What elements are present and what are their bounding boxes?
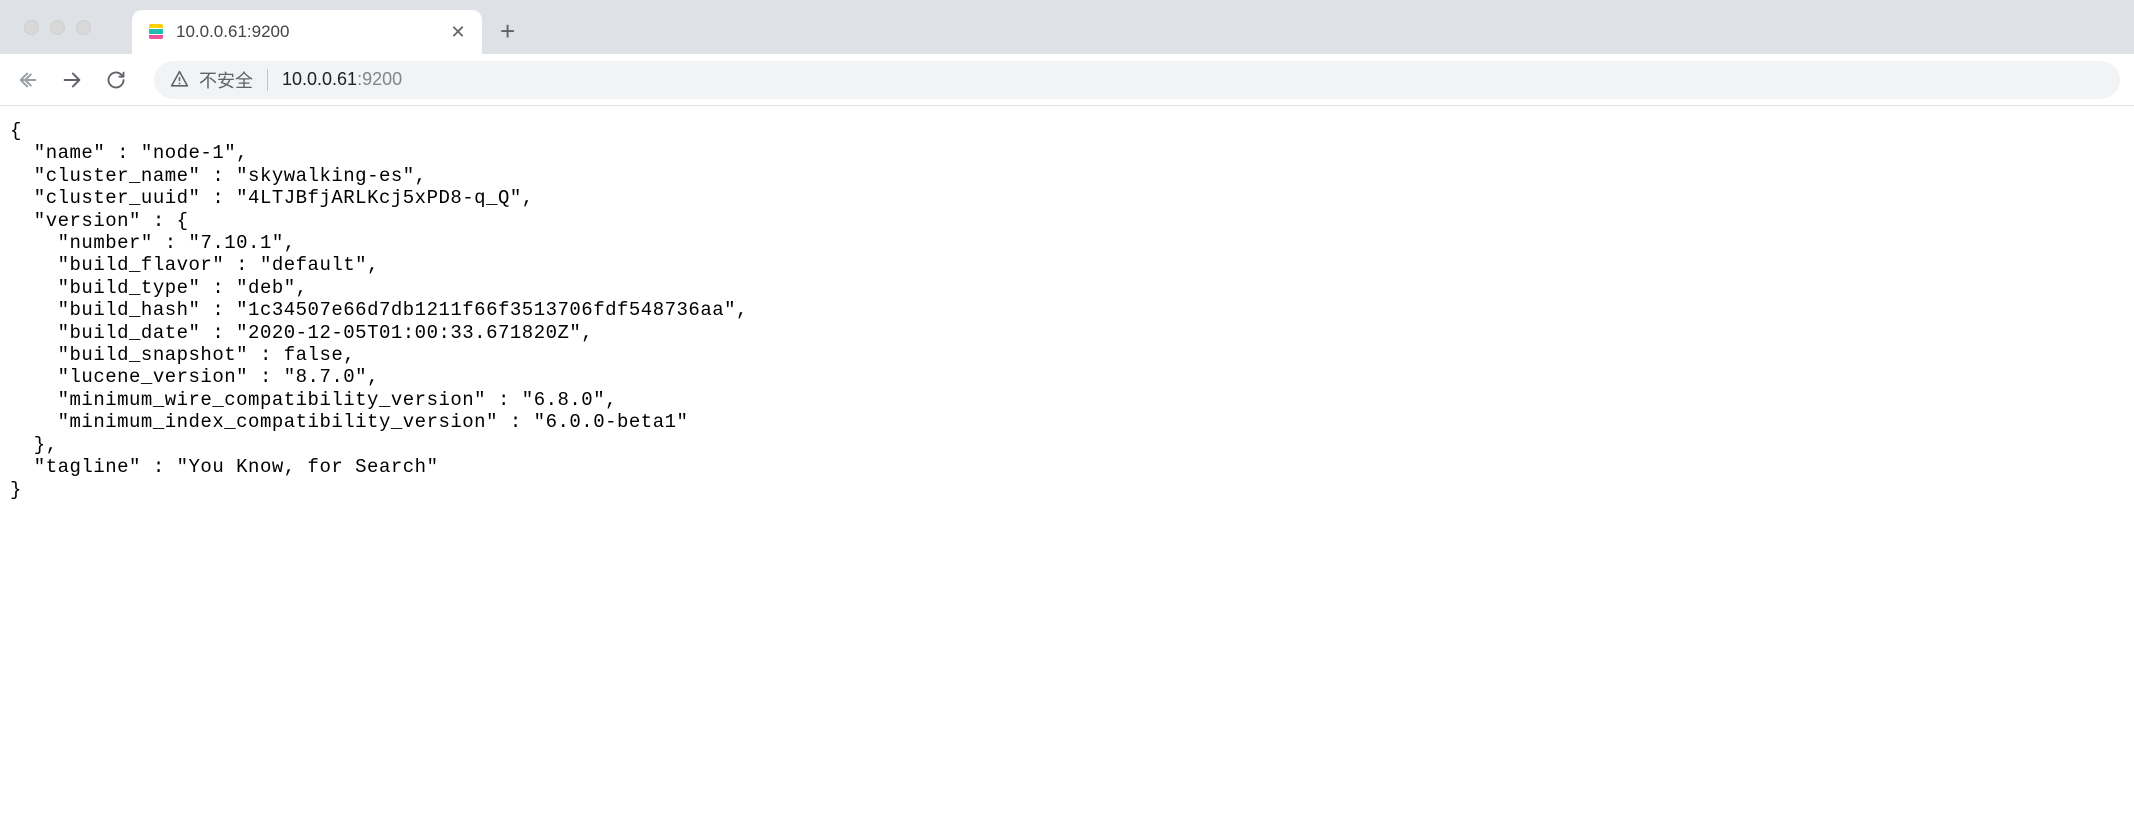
address-host: 10.0.0.61	[282, 69, 357, 89]
json-tagline: You Know, for Search	[189, 456, 427, 478]
tab-strip: 10.0.0.61:9200 ✕ +	[0, 0, 2134, 54]
window-minimize-button[interactable]	[50, 20, 65, 35]
json-lucene-version: 8.7.0	[296, 366, 356, 388]
json-cluster-uuid: 4LTJBfjARLKcj5xPD8-q_Q	[248, 187, 510, 209]
reload-button[interactable]	[102, 70, 130, 90]
json-version-number: 7.10.1	[200, 232, 271, 254]
address-bar[interactable]: 不安全 10.0.0.61:9200	[154, 61, 2120, 99]
address-port: :9200	[357, 69, 402, 89]
json-build-type: deb	[248, 277, 284, 299]
forward-button[interactable]	[58, 69, 86, 91]
json-build-snapshot: false	[284, 344, 344, 366]
browser-toolbar: 不安全 10.0.0.61:9200	[0, 54, 2134, 106]
address-separator	[267, 69, 268, 91]
insecure-label: 不安全	[199, 67, 253, 93]
new-tab-button[interactable]: +	[500, 18, 515, 44]
back-button[interactable]	[14, 69, 42, 91]
json-build-hash: 1c34507e66d7db1211f66f3513706fdf548736aa	[248, 299, 724, 321]
json-min-wire-compat: 6.8.0	[534, 389, 594, 411]
json-min-index-compat: 6.0.0-beta1	[546, 411, 677, 433]
elasticsearch-favicon-icon	[146, 22, 166, 42]
json-build-date: 2020-12-05T01:00:33.671820Z	[248, 322, 569, 344]
tab-close-icon[interactable]: ✕	[448, 23, 468, 41]
window-maximize-button[interactable]	[76, 20, 91, 35]
json-cluster-name: skywalking-es	[248, 165, 403, 187]
address-url: 10.0.0.61:9200	[282, 69, 402, 90]
insecure-warning-icon	[170, 70, 189, 89]
response-body: { "name" : "node-1", "cluster_name" : "s…	[0, 106, 2134, 515]
tab-title: 10.0.0.61:9200	[176, 22, 438, 42]
json-build-flavor: default	[272, 254, 355, 276]
window-controls	[24, 20, 91, 35]
tabs-container: 10.0.0.61:9200 ✕ +	[132, 0, 515, 54]
window-close-button[interactable]	[24, 20, 39, 35]
json-name: node-1	[153, 142, 224, 164]
browser-tab[interactable]: 10.0.0.61:9200 ✕	[132, 10, 482, 54]
